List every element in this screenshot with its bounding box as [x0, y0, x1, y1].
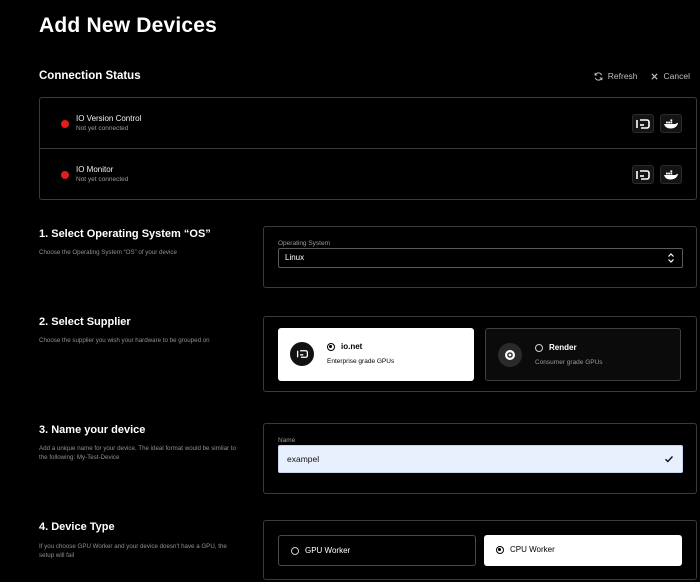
connection-name: IO Version Control — [76, 114, 142, 123]
os-section-description: Choose the Operating System “OS” of your… — [39, 249, 177, 256]
name-panel: Name exampel — [263, 423, 697, 494]
supplier-option-io-net[interactable]: io.net Enterprise grade GPUs — [278, 328, 474, 381]
supplier-subtitle: Consumer grade GPUs — [535, 359, 603, 366]
page-title: Add New Devices — [39, 14, 218, 37]
os-section-title: 1. Select Operating System “OS” — [39, 228, 211, 240]
name-section-title: 3. Name your device — [39, 424, 146, 436]
device-type-section-title: 4. Device Type — [39, 521, 115, 533]
device-name-input[interactable]: exampel — [278, 445, 683, 473]
cancel-button[interactable]: Cancel — [650, 71, 690, 81]
io-net-logo-icon — [290, 342, 314, 366]
device-type-option-gpu-worker[interactable]: GPU Worker — [278, 535, 476, 566]
device-name-value: exampel — [287, 454, 320, 464]
connection-status-text: Not yet connected — [76, 125, 129, 132]
os-select-value: Linux — [285, 253, 305, 262]
device-type-label: CPU Worker — [510, 545, 555, 554]
connection-status-text: Not yet connected — [76, 176, 129, 183]
supplier-name: Render — [549, 343, 577, 352]
render-logo-icon — [498, 343, 522, 367]
close-icon — [650, 72, 658, 80]
radio-selected[interactable] — [327, 343, 335, 351]
radio-unselected[interactable] — [291, 547, 299, 555]
os-select[interactable]: Linux — [278, 248, 683, 268]
os-panel: Operating System Linux — [263, 226, 697, 288]
radio-selected[interactable] — [496, 546, 504, 554]
supplier-option-render[interactable]: Render Consumer grade GPUs — [485, 328, 681, 381]
supplier-panel: io.net Enterprise grade GPUs Render Cons… — [263, 316, 697, 392]
io-net-logo-icon[interactable] — [632, 165, 654, 184]
connection-status-title: Connection Status — [39, 70, 141, 82]
supplier-name: io.net — [341, 342, 363, 351]
cancel-label: Cancel — [663, 71, 690, 81]
device-type-option-cpu-worker[interactable]: CPU Worker — [484, 535, 682, 566]
status-dot — [61, 120, 69, 128]
name-section-description: Add a unique name for your device, The i… — [39, 445, 236, 461]
supplier-section-title: 2. Select Supplier — [39, 316, 131, 328]
supplier-section-description: Choose the supplier you wish your hardwa… — [39, 337, 210, 344]
device-type-section-description: If you choose GPU Worker and your device… — [39, 543, 227, 559]
connection-item-io-version-control: IO Version Control Not yet connected — [40, 98, 696, 149]
chevron-up-down-icon — [668, 253, 674, 263]
connection-item-io-monitor: IO Monitor Not yet connected — [40, 149, 696, 200]
device-type-panel: GPU Worker CPU Worker — [263, 520, 697, 580]
device-type-label: GPU Worker — [305, 546, 351, 555]
status-dot — [61, 171, 69, 179]
refresh-label: Refresh — [607, 71, 638, 81]
connection-list: IO Version Control Not yet connected IO … — [39, 97, 697, 200]
refresh-icon — [594, 71, 603, 81]
connection-name: IO Monitor — [76, 165, 114, 174]
docker-icon[interactable] — [660, 114, 682, 133]
os-field-label: Operating System — [278, 240, 331, 247]
refresh-button[interactable]: Refresh — [594, 71, 638, 81]
radio-unselected[interactable] — [535, 344, 543, 352]
docker-icon[interactable] — [660, 165, 682, 184]
check-icon — [665, 456, 674, 463]
supplier-subtitle: Enterprise grade GPUs — [327, 358, 395, 365]
io-net-logo-icon[interactable] — [632, 114, 654, 133]
connection-actions: Refresh Cancel — [594, 71, 690, 81]
name-field-label: Name — [278, 437, 296, 444]
